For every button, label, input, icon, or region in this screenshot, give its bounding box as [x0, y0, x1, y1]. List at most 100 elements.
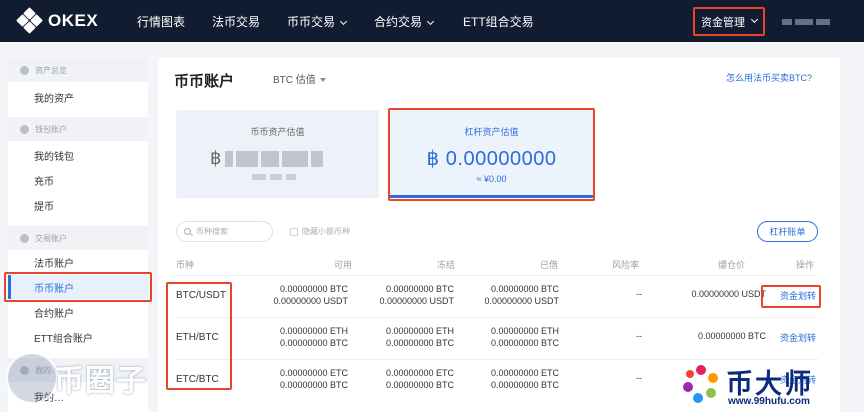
table-header: 币种 可用 冻结 已借 风险率 爆仓价 操作 [176, 256, 818, 274]
top-nav: OKEX 行情图表 法币交易 币币交易 合约交易 ETT组合交易 资金管理 [0, 0, 864, 42]
search-placeholder: 币种搜索 [196, 227, 228, 236]
okex-logo[interactable]: OKEX [16, 7, 99, 34]
column-header-coin: 币种 [176, 260, 195, 270]
sidebar-section-title: 资产总览 [35, 65, 67, 75]
chevron-down-icon [339, 17, 348, 26]
borrowed-quote: 0.00000000 BTC [490, 380, 559, 390]
watermark-circle-icon [6, 352, 58, 404]
sidebar-item-futures-account[interactable]: 合约账户 [8, 300, 148, 324]
borrowed-quote: 0.00000000 USDT [484, 296, 559, 306]
spot-assets-card: 币币资产估值 ฿ [176, 110, 379, 198]
frozen-base: 0.00000000 BTC [385, 284, 454, 294]
frozen-base: 0.00000000 ETH [385, 326, 454, 336]
sidebar-item-fiat-account[interactable]: 法币账户 [8, 250, 148, 274]
sidebar-item-deposit[interactable]: 充币 [8, 168, 148, 192]
liquidation-price: 0.00000000 BTC [697, 331, 766, 341]
estimate-select-label: BTC 估值 [273, 75, 316, 86]
trading-icon [20, 233, 29, 243]
logo-text: OKEX [48, 11, 99, 30]
watermark-left: 币圈子 [6, 352, 147, 404]
borrowed-quote: 0.00000000 BTC [490, 338, 559, 348]
coin-search-input[interactable]: 币种搜索 [176, 221, 273, 242]
column-header-liq-price: 爆仓价 [718, 260, 746, 270]
frozen-cell: 0.00000000 BTC 0.00000000 USDT [379, 283, 454, 307]
hide-small-balances-checkbox[interactable]: 隐藏小额币种 [290, 226, 350, 237]
frozen-base: 0.00000000 ETC [385, 368, 454, 378]
nav-item-futures-label: 合约交易 [374, 15, 423, 29]
risk-rate: -- [636, 331, 642, 341]
hide-small-label: 隐藏小额币种 [302, 227, 350, 236]
nav-item-ett[interactable]: ETT组合交易 [463, 13, 534, 30]
sidebar-section-title: 钱包账户 [35, 124, 67, 134]
wallet-icon [20, 124, 29, 134]
sidebar-item-label: ETT组合账户 [34, 333, 93, 345]
caret-down-icon [319, 78, 326, 82]
page-title: 币币账户 [174, 73, 235, 90]
table-row: ETH/BTC 0.00000000 ETH 0.00000000 BTC 0.0… [176, 317, 818, 358]
borrowed-base: 0.00000000 ETH [490, 326, 559, 336]
liquidation-price: 0.00000000 USDT [691, 289, 766, 299]
search-icon [184, 228, 191, 235]
sidebar-item-ett-account[interactable]: ETT组合账户 [8, 325, 148, 349]
highlight-box-pairs [166, 282, 232, 390]
highlight-box-transfer [761, 285, 821, 308]
sidebar-item-label: 我的资产 [34, 93, 74, 105]
available-base: 0.00000000 ETH [279, 326, 348, 336]
borrowed-cell: 0.00000000 BTC 0.00000000 USDT [484, 283, 559, 307]
nav-item-fiat[interactable]: 法币交易 [212, 13, 260, 30]
highlight-box-margin-card [388, 108, 595, 201]
user-account-blurred[interactable] [782, 16, 844, 25]
help-link-fiat-btc[interactable]: 怎么用法币买卖BTC? [726, 71, 812, 84]
table-row: BTC/USDT 0.00000000 BTC 0.00000000 USDT 0… [176, 275, 818, 316]
risk-rate: -- [636, 289, 642, 299]
sidebar-item-label: 提币 [34, 201, 54, 213]
chevron-down-icon [750, 15, 759, 24]
spot-assets-sub-blurred [252, 174, 300, 180]
overview-icon [20, 65, 29, 75]
transfer-funds-link[interactable]: 资金划转 [780, 331, 816, 344]
watermark-flower-logo-icon [683, 365, 718, 403]
sidebar-section-wallet: 钱包账户 [8, 117, 148, 141]
sidebar-item-my-wallet[interactable]: 我的钱包 [8, 143, 148, 167]
available-quote: 0.00000000 BTC [279, 380, 348, 390]
column-header-available: 可用 [334, 260, 353, 270]
checkbox-icon [290, 227, 298, 236]
sidebar-item-my-assets[interactable]: 我的资产 [8, 85, 148, 109]
frozen-cell: 0.00000000 ETC 0.00000000 BTC [386, 367, 454, 391]
sidebar-item-label: 合约账户 [34, 308, 74, 320]
nav-item-spot-label: 币币交易 [287, 15, 336, 29]
available-quote: 0.00000000 BTC [279, 338, 348, 348]
funds-management-label: 资金管理 [701, 16, 745, 29]
frozen-quote: 0.00000000 BTC [385, 380, 454, 390]
frozen-quote: 0.00000000 BTC [385, 338, 454, 348]
available-cell: 0.00000000 ETC 0.00000000 BTC [280, 367, 348, 391]
spot-assets-label: 币币资产估值 [250, 127, 305, 137]
watermark-right: 币大师 www.99hufu.com [676, 360, 848, 410]
sidebar-item-label: 法币账户 [34, 258, 74, 270]
borrowed-base: 0.00000000 BTC [490, 284, 559, 294]
available-base: 0.00000000 ETC [279, 368, 348, 378]
frozen-quote: 0.00000000 USDT [379, 296, 454, 306]
watermark-right-url: www.99hufu.com [728, 396, 810, 407]
estimate-currency-select[interactable]: BTC 估值 [273, 71, 326, 86]
column-header-frozen: 冻结 [437, 260, 456, 270]
funds-management-button[interactable]: 资金管理 [693, 7, 765, 36]
sidebar-item-withdraw[interactable]: 提币 [8, 193, 148, 217]
nav-item-futures[interactable]: 合约交易 [374, 13, 435, 30]
spot-assets-value-blurred: ฿ [210, 148, 326, 169]
sidebar-item-label: 我的钱包 [34, 151, 74, 163]
risk-rate: -- [636, 373, 642, 383]
column-header-action: 操作 [796, 260, 815, 270]
sidebar-section-title: 交易账户 [35, 233, 67, 243]
nav-item-charts[interactable]: 行情图表 [137, 13, 185, 30]
highlight-box-spot-account [4, 272, 152, 302]
sidebar-section-overview: 资产总览 [8, 58, 148, 82]
margin-ledger-button[interactable]: 杠杆账单 [757, 221, 818, 242]
available-cell: 0.00000000 BTC 0.00000000 USDT [273, 283, 348, 307]
btc-symbol: ฿ [210, 148, 222, 168]
sidebar-item-label: 充币 [34, 176, 54, 188]
nav-item-spot[interactable]: 币币交易 [287, 13, 348, 30]
frozen-cell: 0.00000000 ETH 0.00000000 BTC [386, 325, 454, 349]
sidebar-section-trading: 交易账户 [8, 226, 148, 250]
watermark-left-text: 币圈子 [54, 365, 147, 398]
